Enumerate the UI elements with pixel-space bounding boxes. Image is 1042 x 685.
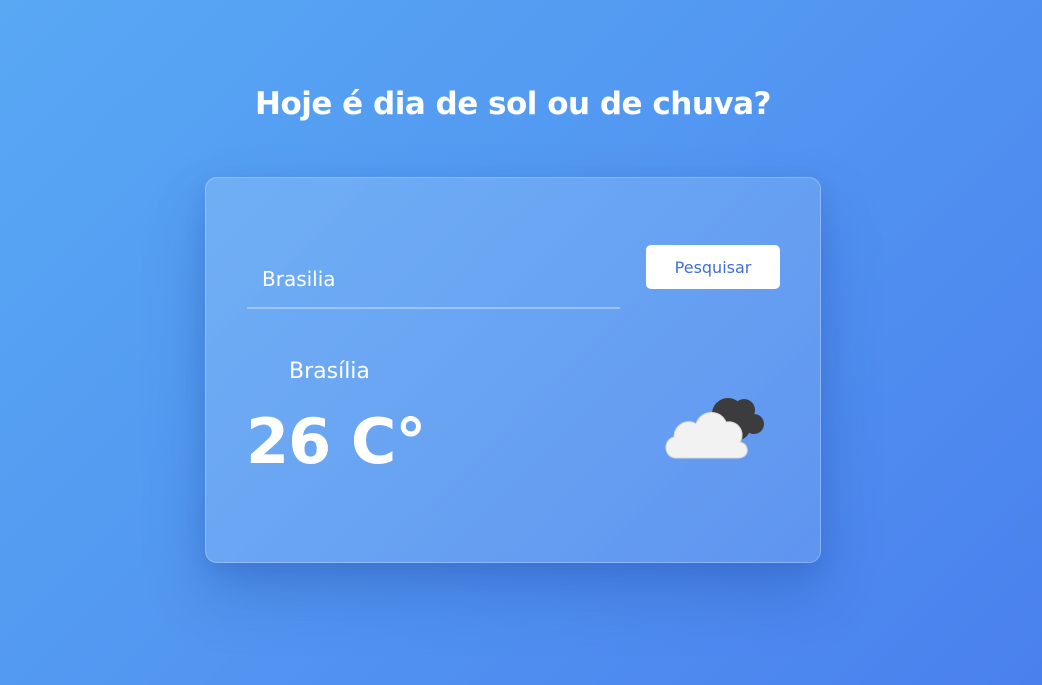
search-button[interactable]: Pesquisar (646, 245, 780, 289)
search-input[interactable] (247, 251, 620, 309)
temperature: 26 C° (246, 405, 426, 478)
city-name: Brasília (289, 359, 370, 384)
weather-card: Pesquisar Brasília 26 C° (205, 177, 821, 563)
cloudy-icon (665, 398, 764, 459)
page-title: Hoje é dia de sol ou de chuva? (255, 86, 772, 122)
